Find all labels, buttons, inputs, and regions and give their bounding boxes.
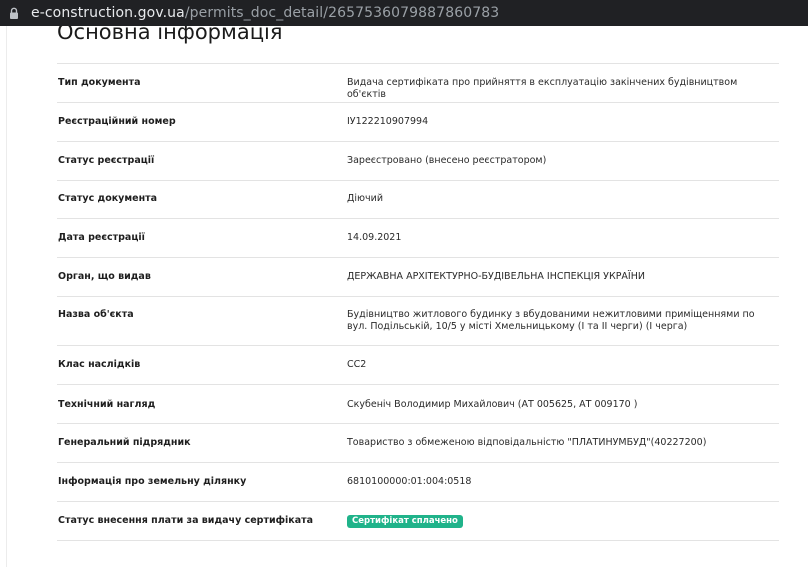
row-value: Видача сертифіката про прийняття в експл… bbox=[347, 77, 738, 100]
row-label: Статус реєстрації bbox=[58, 155, 155, 166]
row-value: Зареєстровано (внесено реєстратором) bbox=[347, 155, 547, 166]
payment-status-badge: Сертифікат сплачено bbox=[347, 515, 463, 528]
table-row: Клас наслідків СС2 bbox=[57, 346, 779, 385]
url-text[interactable]: e-construction.gov.ua/permits_doc_detail… bbox=[31, 5, 499, 21]
row-value: 14.09.2021 bbox=[347, 232, 402, 243]
row-value: Сертифікат сплачено bbox=[347, 515, 779, 528]
row-value: СС2 bbox=[347, 359, 367, 370]
row-label: Статус внесення плати за видачу сертифік… bbox=[58, 515, 314, 526]
row-value: ДЕРЖАВНА АРХІТЕКТУРНО-БУДІВЕЛЬНА ІНСПЕКЦ… bbox=[347, 271, 645, 282]
row-value: Діючий bbox=[347, 193, 384, 204]
url-path: /permits_doc_detail/2657536079887860783 bbox=[184, 5, 500, 21]
section-title: Основна інформація bbox=[57, 26, 283, 44]
table-row: Орган, що видав ДЕРЖАВНА АРХІТЕКТУРНО-БУ… bbox=[57, 258, 779, 297]
table-row: Статус внесення плати за видачу сертифік… bbox=[57, 502, 779, 541]
table-row: Дата реєстрації 14.09.2021 bbox=[57, 219, 779, 258]
lock-icon[interactable] bbox=[7, 2, 21, 24]
row-label: Назва об'єкта bbox=[58, 309, 134, 320]
row-label: Генеральний підрядник bbox=[58, 437, 191, 448]
page-content: Основна інформація Тип документа Видача … bbox=[6, 26, 808, 567]
row-label: Технічний нагляд bbox=[58, 399, 156, 410]
browser-address-bar[interactable]: e-construction.gov.ua/permits_doc_detail… bbox=[0, 0, 808, 26]
info-table: Тип документа Видача сертифіката про при… bbox=[57, 63, 779, 541]
row-label: Реєстраційний номер bbox=[58, 116, 176, 127]
table-row: Реєстраційний номер ІУ122210907994 bbox=[57, 103, 779, 142]
row-value: Скубеніч Володимир Михайлович (АТ 005625… bbox=[347, 399, 638, 410]
row-label: Тип документа bbox=[58, 77, 141, 88]
row-value: ІУ122210907994 bbox=[347, 116, 429, 127]
row-label: Клас наслідків bbox=[58, 359, 141, 370]
row-value: 6810100000:01:004:0518 bbox=[347, 476, 472, 487]
table-row: Інформація про земельну ділянку 68101000… bbox=[57, 463, 779, 502]
table-row: Статус документа Діючий bbox=[57, 181, 779, 219]
row-label: Статус документа bbox=[58, 193, 158, 204]
row-label: Інформація про земельну ділянку bbox=[58, 476, 247, 487]
row-label: Орган, що видав bbox=[58, 271, 151, 282]
table-row: Статус реєстрації Зареєстровано (внесено… bbox=[57, 142, 779, 181]
row-value: Будівництво житлового будинку з вбудован… bbox=[347, 309, 755, 332]
table-row: Генеральний підрядник Товариство з обмеж… bbox=[57, 424, 779, 463]
table-row: Назва об'єкта Будівництво житлового буди… bbox=[57, 297, 779, 346]
row-value: Товариство з обмеженою відповідальністю … bbox=[347, 437, 707, 448]
url-host: e-construction.gov.ua bbox=[31, 5, 185, 21]
table-row: Тип документа Видача сертифіката про при… bbox=[57, 64, 779, 103]
table-row: Технічний нагляд Скубеніч Володимир Миха… bbox=[57, 385, 779, 424]
row-label: Дата реєстрації bbox=[58, 232, 145, 243]
